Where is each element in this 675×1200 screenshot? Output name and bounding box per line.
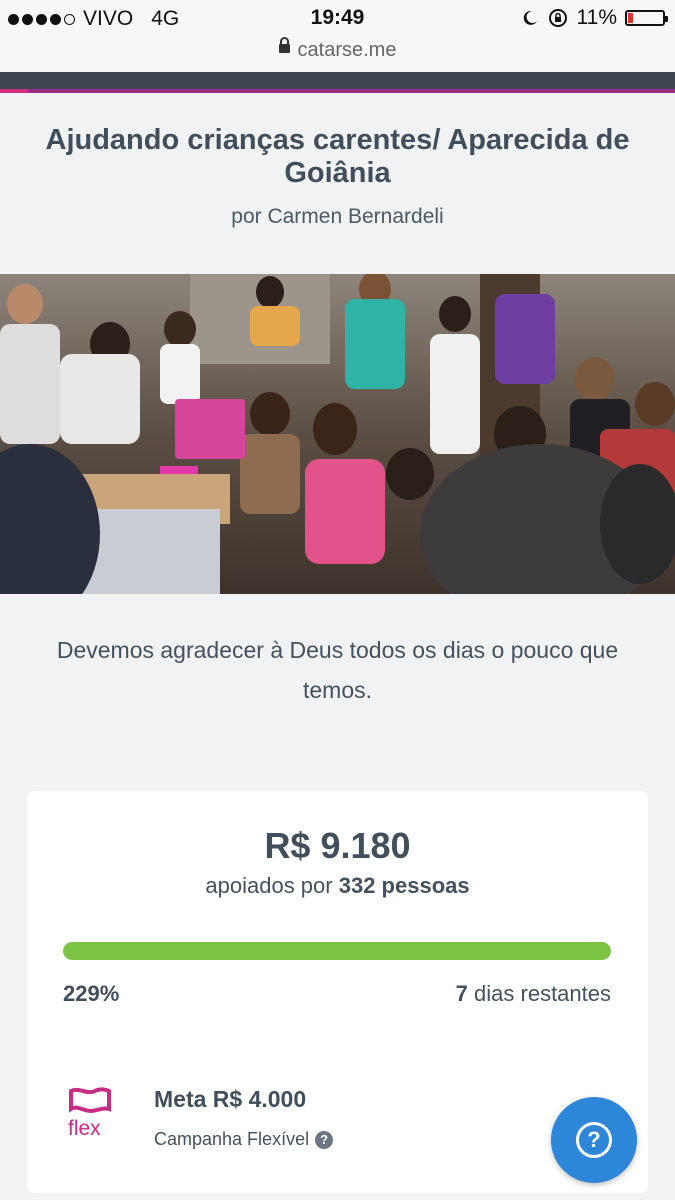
days-number: 7 xyxy=(455,981,468,1006)
status-bar: VIVO 4G 19:49 11% xyxy=(0,0,675,36)
url-text: catarse.me xyxy=(297,39,397,61)
project-author[interactable]: por Carmen Bernardeli xyxy=(0,205,675,229)
site-navbar xyxy=(0,72,675,89)
funding-goal: Meta R$ 4.000 xyxy=(154,1086,307,1112)
battery-icon xyxy=(625,10,668,26)
days-remaining: 7 dias restantes xyxy=(456,981,611,1007)
project-tagline: Devemos agradecer à Deus todos os dias o… xyxy=(56,637,619,703)
progress-fill xyxy=(63,942,611,960)
help-question-icon: ? xyxy=(576,1122,612,1158)
backers-line: apoiados por 332 pessoas xyxy=(27,873,648,899)
project-title: Ajudando crianças carentes/ Aparecida de… xyxy=(45,124,630,189)
moon-icon xyxy=(523,10,537,25)
flex-label: flex xyxy=(68,1117,101,1140)
project-image xyxy=(0,274,675,594)
amount-raised: R$ 9.180 xyxy=(264,825,411,866)
navbar-accent-line xyxy=(0,89,675,93)
campaign-type: Campanha Flexível ? xyxy=(154,1129,334,1150)
progress-bar xyxy=(63,942,611,960)
lock-icon xyxy=(278,37,290,54)
help-button[interactable]: ? xyxy=(551,1097,637,1183)
question-circle-icon[interactable]: ? xyxy=(315,1130,334,1149)
battery-percent: 11% xyxy=(576,6,617,29)
days-suffix: dias restantes xyxy=(474,981,611,1006)
backers-count: 332 pessoas xyxy=(338,873,470,898)
funded-percent: 229% xyxy=(63,981,120,1006)
address-bar[interactable]: catarse.me xyxy=(0,36,675,72)
campaign-type-label: Campanha Flexível xyxy=(154,1129,310,1149)
rotation-lock-icon xyxy=(548,9,567,27)
backers-prefix: apoiados por xyxy=(205,873,333,898)
